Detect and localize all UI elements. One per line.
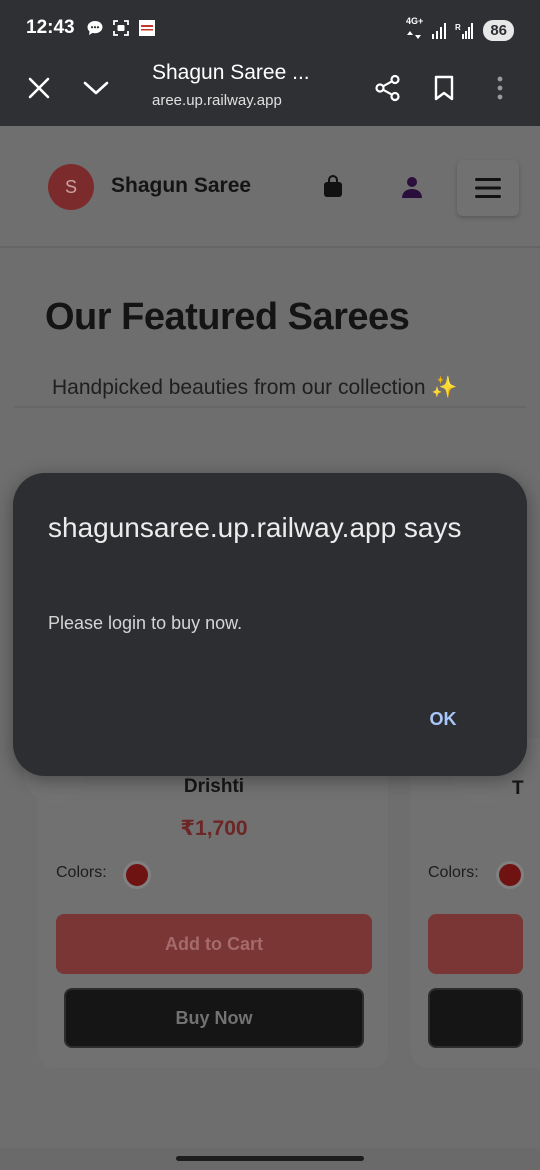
status-bar: 12:43 4G+ R 86 [0,0,540,58]
signal-r-icon: R [455,22,474,39]
dialog-title: shagunsaree.up.railway.app says [48,512,462,543]
divider [14,406,526,408]
add-to-cart-button[interactable]: Add to Cart [56,914,372,974]
share-icon [375,74,400,102]
app-notification-icon [138,19,156,37]
gesture-nav-bar [0,1148,540,1170]
minimize-tab-button[interactable] [76,68,116,108]
screenshot-icon [112,19,130,37]
ok-button[interactable]: OK [413,699,473,739]
data-arrows-icon [407,31,422,39]
svg-text:R: R [455,23,461,32]
cart-button[interactable] [318,172,348,202]
system-status-icons: 4G+ R 86 [406,17,514,44]
message-icon [86,19,104,37]
shopping-bag-icon [324,175,342,197]
page-title: Shagun Saree ... [152,61,310,84]
signal-icon [432,22,447,39]
network-type: 4G+ [406,17,423,44]
close-tab-button[interactable] [19,68,59,108]
alert-dialog: shagunsaree.up.railway.app says Please l… [13,473,527,776]
user-icon [402,177,422,198]
menu-button[interactable] [457,160,519,216]
home-handle[interactable] [176,1156,364,1161]
more-vert-icon [497,76,503,100]
chevron-down-icon [83,81,109,95]
more-options-button[interactable] [480,68,520,108]
site-name[interactable]: Shagun Saree [111,174,251,198]
status-time: 12:43 [26,17,75,38]
hamburger-menu-icon [475,178,501,198]
buy-now-button[interactable] [428,988,523,1048]
product-name: T [512,778,524,799]
colors-label: Colors: [428,864,479,881]
account-button[interactable] [397,172,427,202]
buy-now-button[interactable]: Buy Now [64,988,364,1048]
section-title: Our Featured Sarees [45,296,410,338]
share-button[interactable] [368,68,408,108]
bookmark-icon [434,75,454,101]
product-name: Drishti [183,776,245,797]
site-logo[interactable]: S [48,164,94,210]
notification-icons [86,19,156,37]
color-swatch[interactable] [123,861,151,889]
dialog-message: Please login to buy now. [48,613,243,633]
site-header: S Shagun Saree [0,126,540,248]
product-price: ₹1,700 [180,817,248,840]
bookmark-button[interactable] [424,68,464,108]
close-icon [28,77,50,99]
battery-indicator: 86 [483,20,514,41]
color-swatch[interactable] [496,861,524,889]
colors-label: Colors: [56,864,107,881]
section-subtitle: Handpicked beauties from our collection … [52,376,458,399]
custom-tab-toolbar: Shagun Saree ... aree.up.railway.app [0,58,540,126]
page-url: aree.up.railway.app [152,92,282,109]
add-to-cart-button[interactable] [428,914,523,974]
